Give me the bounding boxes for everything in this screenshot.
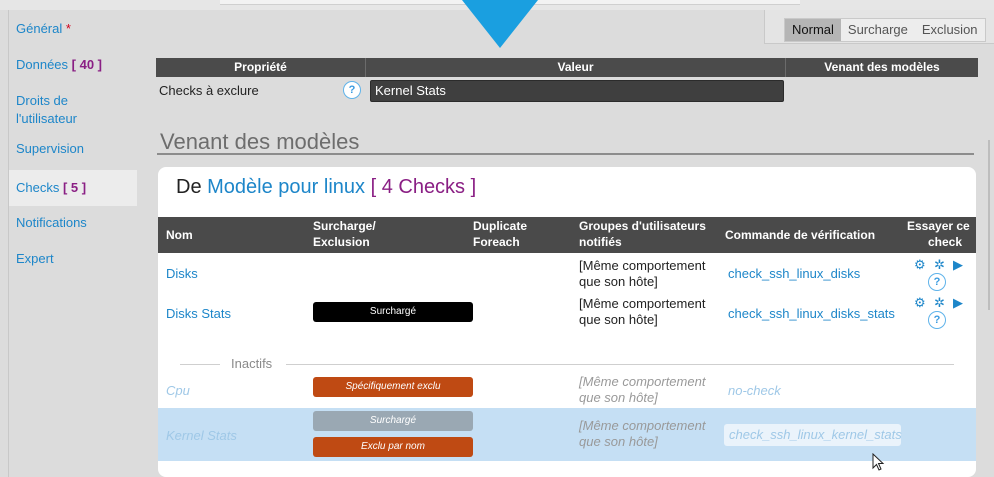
property-row: Checks à exclure ? Kernel Stats xyxy=(156,77,978,107)
property-table-header: Propriété Valeur Venant des modèles xyxy=(156,58,978,77)
column-header-duplicate: Foreach xyxy=(473,235,520,249)
column-header-value: Valeur xyxy=(366,58,786,77)
scrollbar[interactable] xyxy=(988,140,990,310)
column-header-from-models: Venant des modèles xyxy=(824,60,940,74)
excluded-by-name-badge[interactable]: Exclu par nom xyxy=(313,437,473,457)
inactive-label: Inactifs xyxy=(227,356,277,371)
section-title: Venant des modèles xyxy=(160,129,360,154)
column-header-override: Exclusion xyxy=(313,235,370,249)
column-header-groups: notifiés xyxy=(579,235,622,249)
groups-cell: [Même comportement que son hôte] xyxy=(579,258,724,290)
checks-to-exclude-field[interactable]: Kernel Stats xyxy=(370,80,784,102)
property-label: Checks à exclure xyxy=(159,83,259,98)
section-divider xyxy=(157,153,974,155)
check-name-link[interactable]: Cpu xyxy=(166,383,190,398)
inactive-separator: Inactifs xyxy=(180,356,954,371)
gear-icon[interactable]: ⚙ xyxy=(914,257,926,273)
help-icon[interactable]: ? xyxy=(928,273,946,291)
app-window: Général * Données [ 40 ] Droits de l'uti… xyxy=(0,0,994,477)
groups-text: [Même comportement xyxy=(579,258,706,273)
excluded-badge[interactable]: Spécifiquement exclu xyxy=(313,377,473,397)
sidebar-item-user-rights[interactable]: Droits de l'utilisateur xyxy=(9,89,137,129)
column-header-name: Nom xyxy=(166,228,193,242)
column-header-groups: Groupes d'utilisateurs xyxy=(579,219,706,233)
count-badge: [ 40 ] xyxy=(71,57,103,72)
checks-table-header: Nom Surcharge/ Exclusion Duplicate Forea… xyxy=(158,217,976,253)
sidebar-item-notifications[interactable]: Notifications xyxy=(9,215,137,235)
play-icon[interactable]: ▶ xyxy=(953,295,963,311)
check-name-link[interactable]: Kernel Stats xyxy=(166,428,237,443)
pointer-arrow-icon xyxy=(462,0,538,48)
check-name-link[interactable]: Disks Stats xyxy=(166,306,231,321)
command-link[interactable]: check_ssh_linux_disks_stats xyxy=(728,306,895,321)
card-title: De Modèle pour linux [ 4 Checks ] xyxy=(176,176,476,199)
command-link[interactable]: check_ssh_linux_kernel_stats xyxy=(724,424,902,446)
try-check-actions: ⚙ ✲ ▶ ? xyxy=(910,295,970,331)
command-link[interactable]: check_ssh_linux_disks xyxy=(728,266,860,281)
groups-text: [Même comportement xyxy=(579,418,706,433)
sidebar-item-label: Supervision xyxy=(16,141,84,156)
refresh-gear-icon[interactable]: ✲ xyxy=(934,295,945,311)
column-header-try: check xyxy=(928,235,963,249)
gear-icon[interactable]: ⚙ xyxy=(914,295,926,311)
override-badge[interactable]: Surchargé xyxy=(313,302,473,322)
sidebar-item-data[interactable]: Données [ 40 ] xyxy=(9,57,137,77)
groups-text: que son hôte] xyxy=(579,390,658,405)
model-link[interactable]: Modèle pour linux xyxy=(207,176,365,198)
mode-exclusion-button[interactable]: Exclusion xyxy=(915,19,985,41)
count-badge: [ 5 ] xyxy=(62,180,87,195)
groups-text: que son hôte] xyxy=(579,312,658,327)
sidebar-item-label: Notifications xyxy=(16,215,87,230)
check-name-link[interactable]: Disks xyxy=(166,266,198,281)
column-header-duplicate: Duplicate xyxy=(473,219,528,233)
table-row: Cpu Spécifiquement exclu [Même comportem… xyxy=(158,372,976,408)
table-row: Disks Stats Surchargé [Même comportement… xyxy=(158,293,976,335)
sidebar-item-checks[interactable]: Checks [ 5 ] xyxy=(9,170,137,206)
property-table: Propriété Valeur Venant des modèles Chec… xyxy=(156,58,978,107)
sidebar-item-label: Données xyxy=(16,57,69,72)
help-icon[interactable]: ? xyxy=(343,81,361,99)
column-header-try: Essayer ce xyxy=(907,219,970,233)
groups-text: que son hôte] xyxy=(579,434,658,449)
try-check-actions: ⚙ ✲ ▶ ? xyxy=(910,257,970,293)
mouse-cursor-icon xyxy=(872,453,885,471)
help-icon[interactable]: ? xyxy=(928,311,946,329)
groups-cell: [Même comportement que son hôte] xyxy=(579,374,724,406)
groups-text: [Même comportement xyxy=(579,374,706,389)
required-marker: * xyxy=(65,21,71,36)
mode-segmented-control: Normal Surcharge Exclusion xyxy=(784,18,986,42)
column-header-command: Commande de vérification xyxy=(725,228,876,242)
command-link[interactable]: no-check xyxy=(728,383,781,398)
mode-normal-button[interactable]: Normal xyxy=(785,19,841,41)
sidebar-item-label: l'utilisateur xyxy=(16,111,78,126)
sidebar-item-expert[interactable]: Expert xyxy=(9,251,137,271)
mode-toggle: Normal Surcharge Exclusion xyxy=(764,10,994,44)
card-title-prefix: De xyxy=(176,176,202,198)
groups-cell: [Même comportement que son hôte] xyxy=(579,296,724,328)
refresh-gear-icon[interactable]: ✲ xyxy=(934,257,945,273)
mode-override-button[interactable]: Surcharge xyxy=(841,19,915,41)
column-header-override: Surcharge/ xyxy=(313,219,376,233)
play-icon[interactable]: ▶ xyxy=(953,257,963,273)
sidebar-item-label: Général xyxy=(16,21,63,36)
table-row-selected[interactable]: Kernel Stats Surchargé Exclu par nom [Mê… xyxy=(158,408,976,461)
sidebar-item-label: Expert xyxy=(16,251,54,266)
sidebar-item-label: Checks xyxy=(16,180,60,195)
model-card: De Modèle pour linux [ 4 Checks ] Nom Su… xyxy=(158,167,976,477)
override-badge[interactable]: Surchargé xyxy=(313,411,473,431)
groups-cell: [Même comportement que son hôte] xyxy=(579,418,724,450)
table-row: Disks [Même comportement que son hôte] c… xyxy=(158,255,976,293)
separator-line xyxy=(180,364,220,365)
groups-text: [Même comportement xyxy=(579,296,706,311)
sidebar-item-supervision[interactable]: Supervision xyxy=(9,141,137,161)
checks-count: [ 4 Checks ] xyxy=(370,176,477,198)
sidebar-item-general[interactable]: Général * xyxy=(9,21,137,41)
column-header-property: Propriété xyxy=(156,58,366,77)
groups-text: que son hôte] xyxy=(579,274,658,289)
sidebar-item-label: Droits de xyxy=(16,93,69,108)
sidebar: Général * Données [ 40 ] Droits de l'uti… xyxy=(8,10,137,477)
separator-line xyxy=(286,364,954,365)
